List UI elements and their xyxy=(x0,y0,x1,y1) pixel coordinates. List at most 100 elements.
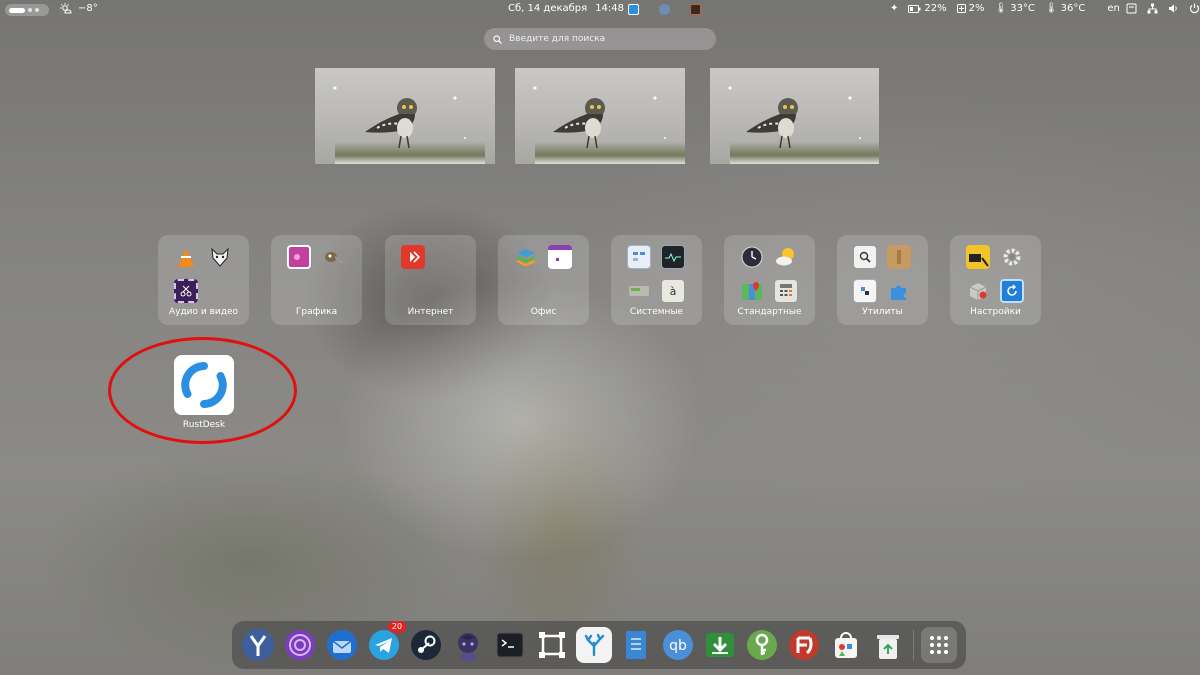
empty-slot xyxy=(399,277,427,305)
volume-icon xyxy=(1169,4,1177,13)
clipboard-icon xyxy=(1126,3,1137,14)
folder-system[interactable]: à Системные xyxy=(611,235,702,325)
clock[interactable]: Сб, 14 декабря 14:48 xyxy=(508,3,624,14)
steam-icon[interactable] xyxy=(408,627,444,663)
yandex-browser-icon[interactable] xyxy=(240,627,276,663)
terminal-icon[interactable] xyxy=(492,627,528,663)
folder-icon-grid xyxy=(738,243,800,303)
tor-browser-icon[interactable] xyxy=(282,627,318,663)
clock-app-icon xyxy=(740,245,764,269)
screenshot-tool-icon[interactable] xyxy=(534,627,570,663)
keyboard-layout-indicator[interactable]: en xyxy=(1107,3,1120,14)
office-layers-icon xyxy=(514,245,538,269)
workspace-thumbnail-2[interactable] xyxy=(515,68,685,164)
empty-slot xyxy=(285,277,313,305)
folder-label: Системные xyxy=(629,307,684,317)
activities-button[interactable] xyxy=(5,4,49,16)
folder-label: Аудио и видео xyxy=(168,307,239,317)
gamepad-icon[interactable]: ✦ xyxy=(890,3,898,14)
monitor-tray-icon[interactable] xyxy=(690,4,701,15)
empty-slot xyxy=(546,277,574,305)
weather-app-icon xyxy=(774,245,798,269)
battery1-value: 22% xyxy=(924,3,947,14)
workspace-thumbnail-1[interactable] xyxy=(315,68,495,164)
folder-graphics[interactable]: Графика xyxy=(271,235,362,325)
workspace-thumbnail-3[interactable] xyxy=(710,68,879,164)
archive-manager-icon xyxy=(887,245,911,269)
app-label: RustDesk xyxy=(182,420,226,430)
vlc-icon xyxy=(174,245,198,269)
telegram-badge: 20 xyxy=(388,621,406,633)
usb-writer-icon xyxy=(853,279,877,303)
thermometer-icon: 🌡︎ xyxy=(1044,3,1058,14)
text-editor-icon[interactable] xyxy=(618,627,654,663)
owl-image xyxy=(365,98,417,149)
calculator-icon xyxy=(774,279,798,303)
top-bar: −8° Сб, 14 декабря 14:48 ✦ 22% 2% 🌡︎ 33°… xyxy=(0,0,1200,20)
folder-audio-video[interactable]: Аудио и видео xyxy=(158,235,249,325)
battery-indicator-2[interactable]: 2% xyxy=(956,3,985,14)
system-monitor-icon xyxy=(661,245,685,269)
dock-separator xyxy=(913,630,914,660)
system-status-area[interactable] xyxy=(1126,3,1200,14)
basealt-icon xyxy=(966,245,990,269)
rustdesk-tray-icon[interactable] xyxy=(628,4,639,15)
folder-icon-grid xyxy=(285,243,347,299)
tray-right: ✦ 22% 2% 🌡︎ 33°C 🌡︎ 36°C en xyxy=(890,3,1120,14)
wolf-app-icon xyxy=(208,245,232,269)
image-viewer-icon xyxy=(287,245,311,269)
clock-time: 14:48 xyxy=(595,3,625,14)
package-manager-icon xyxy=(966,279,990,303)
weather-sun-cloud-icon xyxy=(60,3,72,14)
svg-text:qb: qb xyxy=(669,638,687,654)
workspace-indicator-active xyxy=(9,7,25,13)
cpu-temperature[interactable]: 🌡︎ 33°C xyxy=(995,3,1035,14)
dock: 20 qb xyxy=(232,621,966,669)
folder-utilities[interactable]: Утилиты xyxy=(837,235,928,325)
file-manager-icon xyxy=(627,245,651,269)
trash-icon[interactable] xyxy=(870,627,906,663)
folder-office[interactable]: Офис xyxy=(498,235,589,325)
search-entry[interactable]: Введите для поиска xyxy=(484,28,716,50)
search-icon xyxy=(493,34,502,44)
owl-image xyxy=(553,98,605,149)
keepass-icon[interactable] xyxy=(744,627,780,663)
app-tray-icon[interactable] xyxy=(659,4,670,15)
anime-game-icon[interactable] xyxy=(450,627,486,663)
folder-label: Стандартные xyxy=(737,307,802,317)
calendar-icon xyxy=(548,245,572,269)
thermometer-icon: 🌡︎ xyxy=(994,3,1008,14)
power-icon xyxy=(1189,3,1200,14)
telegram-icon[interactable]: 20 xyxy=(366,621,406,663)
owl-image xyxy=(746,98,798,149)
battery2-value: 2% xyxy=(968,3,985,14)
workspace-indicator xyxy=(35,8,39,12)
thunderbird-icon[interactable] xyxy=(324,627,360,663)
tray-center xyxy=(628,4,701,15)
battery-indicator-1[interactable]: 22% xyxy=(908,3,947,14)
folder-label: Графика xyxy=(295,307,338,317)
folder-icon-grid xyxy=(512,243,574,299)
filezilla-icon[interactable] xyxy=(786,627,822,663)
settings-gear-icon xyxy=(1000,245,1024,269)
gpu-temperature[interactable]: 🌡︎ 36°C xyxy=(1045,3,1085,14)
folder-settings[interactable]: Настройки xyxy=(950,235,1041,325)
search-placeholder: Введите для поиска xyxy=(509,34,606,44)
document-viewer-icon xyxy=(853,245,877,269)
folder-internet[interactable]: Интернет xyxy=(385,235,476,325)
software-store-icon[interactable] xyxy=(828,627,864,663)
battery-icon xyxy=(908,4,921,13)
cpu-temperature-value: 33°C xyxy=(1010,3,1035,14)
download-manager-icon[interactable] xyxy=(702,627,738,663)
app-rustdesk[interactable]: RustDesk xyxy=(164,348,244,434)
weather-indicator[interactable]: −8° xyxy=(60,3,98,14)
folder-label: Настройки xyxy=(970,307,1021,317)
coral-app-icon[interactable] xyxy=(576,627,612,663)
qbittorrent-icon[interactable]: qb xyxy=(660,627,696,663)
weather-temperature: −8° xyxy=(78,3,98,14)
workspace-indicator xyxy=(28,8,32,12)
rustdesk-icon xyxy=(174,355,234,415)
folder-standard[interactable]: Стандартные xyxy=(724,235,815,325)
app-grid-icon[interactable] xyxy=(921,627,957,663)
empty-slot xyxy=(433,243,461,271)
